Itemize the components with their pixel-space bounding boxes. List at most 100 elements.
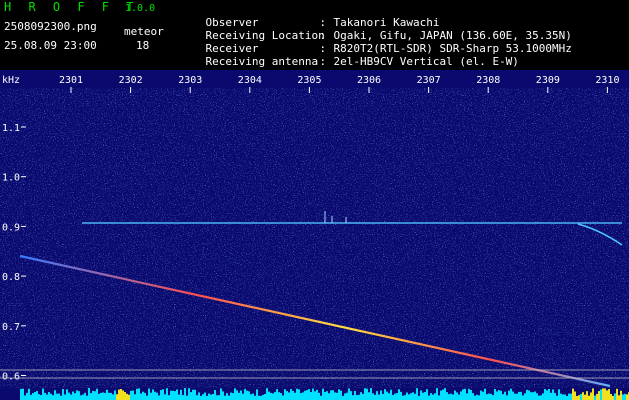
level-bar-segment <box>178 394 180 400</box>
level-bar-segment <box>312 388 314 400</box>
level-bar-segment <box>254 395 256 400</box>
level-bar-segment <box>292 390 294 400</box>
level-bar-segment <box>158 395 160 400</box>
level-bar-segment <box>598 391 600 400</box>
level-bar-segment <box>44 392 46 400</box>
level-bar-segment <box>140 393 142 400</box>
level-bar-segment <box>476 394 478 400</box>
y-axis-unit: kHz <box>2 75 20 86</box>
level-bar-segment <box>482 391 484 400</box>
x-tick-label: 2304 <box>238 75 262 86</box>
level-bar-segment <box>336 392 338 400</box>
level-bar-segment <box>124 391 126 400</box>
level-bar-segment <box>56 393 58 400</box>
level-bar-segment <box>534 391 536 400</box>
level-bar-segment <box>100 392 102 400</box>
level-bar-segment <box>408 394 410 400</box>
level-bar-segment <box>564 394 566 400</box>
level-bar-segment <box>462 389 464 400</box>
level-bar-segment <box>226 393 228 400</box>
level-bar-segment <box>306 390 308 400</box>
level-bar-segment <box>156 392 158 400</box>
level-bar-segment <box>464 388 466 400</box>
level-bar-segment <box>282 395 284 400</box>
level-bar-segment <box>550 392 552 400</box>
level-bar-segment <box>202 394 204 400</box>
level-bar-segment <box>432 394 434 400</box>
level-bar-segment <box>102 392 104 400</box>
level-bar-segment <box>28 388 30 400</box>
level-bar-segment <box>386 391 388 400</box>
level-bar-segment <box>376 391 378 400</box>
level-bar-segment <box>114 390 116 400</box>
level-bar-segment <box>454 390 456 400</box>
level-bar-segment <box>244 388 246 400</box>
level-bar-segment <box>296 388 298 400</box>
x-tick-label: 2302 <box>119 75 143 86</box>
level-bar-segment <box>90 393 92 400</box>
level-bar-segment <box>480 390 482 400</box>
level-bar-segment <box>524 393 526 400</box>
level-bar-segment <box>382 393 384 400</box>
level-bar-segment <box>290 389 292 400</box>
level-bar-segment <box>300 393 302 400</box>
level-bar-segment <box>148 388 150 400</box>
level-bar-segment <box>32 393 34 400</box>
level-bar-segment <box>222 391 224 400</box>
level-bar-segment <box>458 394 460 400</box>
level-bar-segment <box>496 391 498 400</box>
level-bar-segment <box>80 395 82 400</box>
level-bar-segment <box>600 389 602 400</box>
level-bar-segment <box>374 394 376 400</box>
level-bar-segment <box>96 388 98 400</box>
level-bar-segment <box>46 394 48 400</box>
level-bar-segment <box>338 389 340 400</box>
level-bar-segment <box>130 390 132 400</box>
level-bar-segment <box>562 394 564 400</box>
level-bar-segment <box>512 391 514 400</box>
level-bar-segment <box>260 395 262 400</box>
level-bar-segment <box>412 392 414 400</box>
level-bar-segment <box>548 389 550 400</box>
level-bar-segment <box>104 392 106 400</box>
level-bar-segment <box>526 389 528 400</box>
level-bar-segment <box>142 391 144 400</box>
level-bar-segment <box>448 394 450 400</box>
level-bar-segment <box>274 392 276 400</box>
level-bar-segment <box>174 391 176 400</box>
level-bar-segment <box>430 393 432 400</box>
level-bar-segment <box>108 392 110 400</box>
level-bar-segment <box>442 389 444 400</box>
level-bar-segment <box>452 394 454 400</box>
level-bar-segment <box>426 389 428 400</box>
level-bar-segment <box>552 389 554 400</box>
level-bar-segment <box>586 391 588 400</box>
level-bar-segment <box>556 395 558 400</box>
level-bar-segment <box>438 395 440 400</box>
level-bar-segment <box>40 395 42 400</box>
level-bar-segment <box>368 392 370 400</box>
level-bar-segment <box>218 395 220 400</box>
level-bar-segment <box>322 388 324 400</box>
level-bar-segment <box>138 388 140 400</box>
level-bar-segment <box>528 390 530 400</box>
level-bar-segment <box>200 395 202 400</box>
info-value: 2el-HB9CV Vertical (el. E-W) <box>333 55 519 68</box>
level-bar-segment <box>514 393 516 400</box>
level-bar-segment <box>420 390 422 400</box>
level-bar-segment <box>546 390 548 400</box>
level-bar-segment <box>86 395 88 400</box>
level-bar-segment <box>242 393 244 400</box>
level-bar-segment <box>134 394 136 400</box>
level-bar-segment <box>164 394 166 400</box>
level-bar-segment <box>348 388 350 400</box>
level-bar-segment <box>234 388 236 400</box>
level-bar-segment <box>152 389 154 400</box>
level-bar-segment <box>362 393 364 400</box>
level-bar-segment <box>624 393 626 400</box>
level-bar-segment <box>626 394 628 400</box>
level-bar-segment <box>520 391 522 400</box>
level-bar-segment <box>54 390 56 400</box>
level-bar-segment <box>38 394 40 400</box>
x-tick-label: 2301 <box>59 75 83 86</box>
